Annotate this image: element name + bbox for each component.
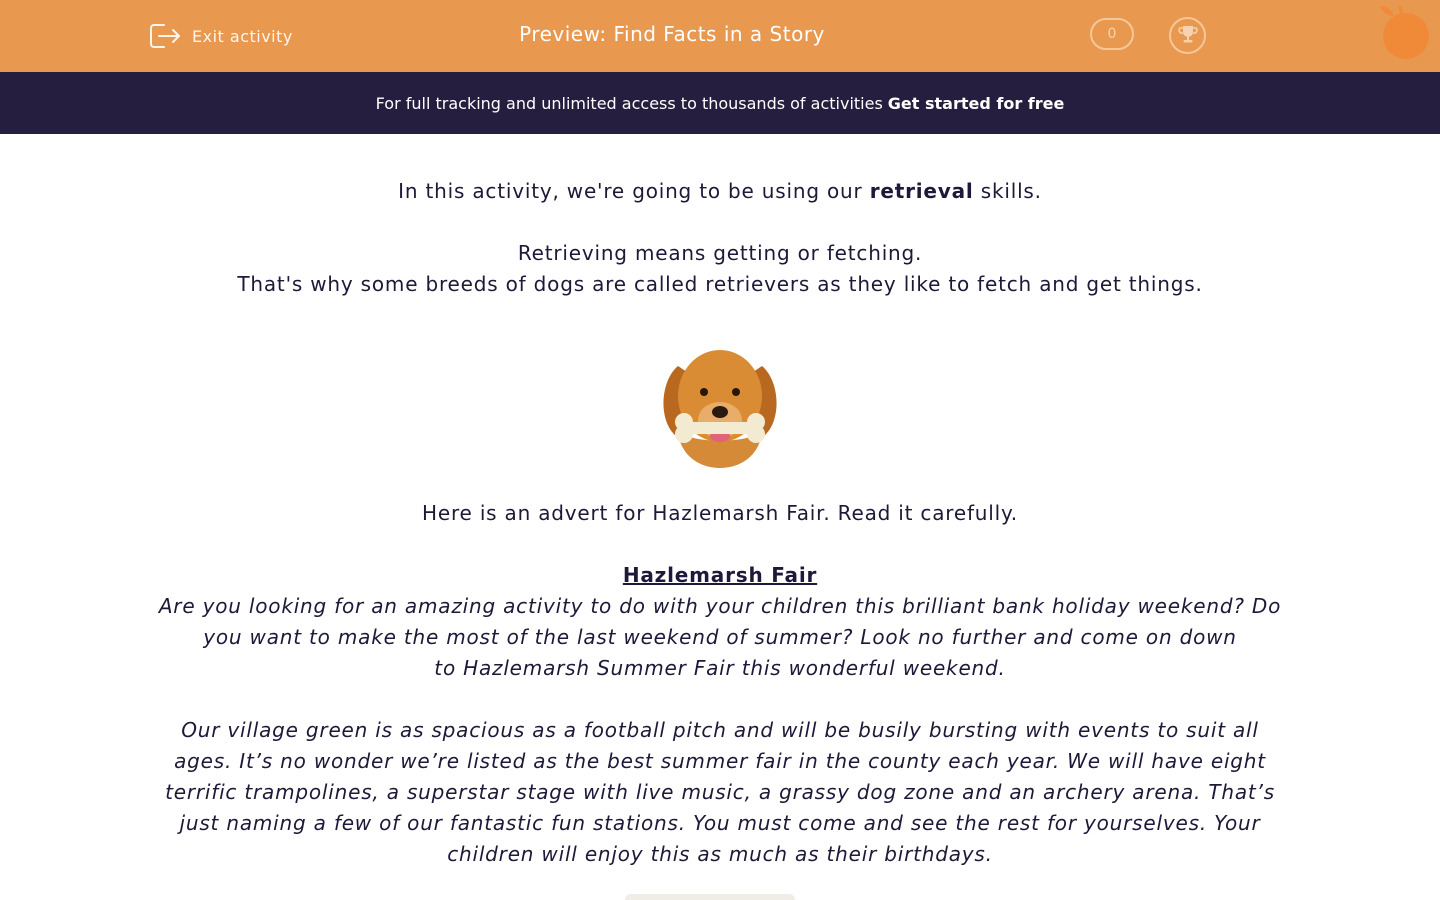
- advert-line: just naming a few of our fantastic fun s…: [179, 811, 1261, 835]
- advert-paragraph-1: Are you looking for an amazing activity …: [150, 591, 1290, 684]
- advert-line: to Hazlemarsh Summer Fair this wonderful…: [434, 656, 1006, 680]
- trophy-button[interactable]: [1169, 17, 1206, 54]
- banner-text: For full tracking and unlimited access t…: [375, 93, 883, 113]
- advert-line: you want to make the most of the last we…: [203, 625, 1237, 649]
- intro-text-end: skills.: [980, 179, 1042, 203]
- upgrade-banner: For full tracking and unlimited access t…: [0, 72, 1440, 134]
- get-started-link[interactable]: Get started for free: [888, 94, 1065, 113]
- advert-line: terrific trampolines, a superstar stage …: [165, 780, 1275, 804]
- advert-line: children will enjoy this as much as thei…: [447, 842, 993, 866]
- page-title: Preview: Find Facts in a Story: [519, 22, 825, 46]
- advert-instruction: Here is an advert for Hazlemarsh Fair. R…: [422, 501, 1018, 525]
- intro-text: In this activity, we're going to be usin…: [398, 179, 863, 203]
- intro-line-2: Retrieving means getting or fetching.: [517, 241, 923, 265]
- trophy-icon: [1177, 23, 1199, 49]
- advert-heading: Hazlemarsh Fair: [622, 563, 818, 587]
- intro-bold-word: retrieval: [869, 179, 974, 203]
- orange-logo-icon: [1374, 4, 1430, 60]
- dog-image: [650, 336, 790, 468]
- top-bar: Exit activity Preview: Find Facts in a S…: [0, 0, 1440, 72]
- score-badge: 0: [1090, 18, 1134, 50]
- advert-line: Are you looking for an amazing activity …: [158, 594, 1282, 618]
- advert-line: ages. It’s no wonder we’re listed as the…: [174, 749, 1266, 773]
- intro-line-3: That's why some breeds of dogs are calle…: [237, 272, 1203, 296]
- advert-paragraph-2: Our village green is as spacious as a fo…: [150, 715, 1290, 870]
- activity-content: In this activity, we're going to be usin…: [150, 176, 1290, 870]
- advert-line: Our village green is as spacious as a fo…: [181, 718, 1259, 742]
- intro-line-1: In this activity, we're going to be usin…: [150, 176, 1290, 207]
- next-image-edge: [625, 894, 795, 900]
